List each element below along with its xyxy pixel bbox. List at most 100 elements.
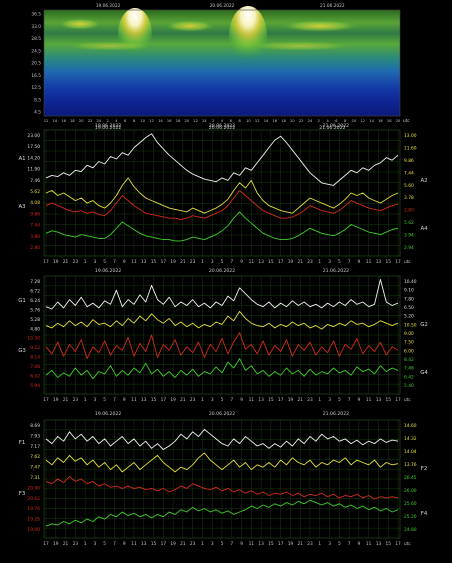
x-axis-tick: 9 [240,541,243,547]
spectrogram-top-date: 20.06.2022 [210,3,235,9]
date-label: 19.06.2022 [95,411,121,417]
x-axis-tick: 19 [288,259,294,265]
x-axis-tick: 23 [190,397,196,403]
spectrogram-x-tick: 24 [308,119,313,123]
right-axis-tick: 14.04 [404,449,417,455]
x-axis-unit: utc [404,259,411,265]
panel-1: 23.00 17.50 14.20 11.90 7.46 5.62 4.08 9.86 7.44… [18,123,428,265]
x-axis-tick: 13 [141,259,147,265]
x-axis-tick: 21 [180,397,186,403]
right-axis-ticks: 10.40 9.10 7.80 6.50 5.20 10.50 9.00 7.50 6.00 8.… [404,279,417,389]
x-axis-tick: 3 [211,259,214,265]
x-axis-tick: 15 [151,541,157,547]
x-axis-tick: 13 [376,397,382,403]
spectrogram-x-tick: 12 [149,119,154,123]
spectrogram-x-tick: 8 [344,119,347,123]
left-axis-tick: 7.62 [30,454,40,460]
left-axis-tick: 7.08 [30,364,40,370]
right-axis-tick: 3.78 [404,195,414,201]
series-label-A2: A2 [420,178,427,184]
x-axis-tick: 9 [358,259,361,265]
right-axis-tick: 10.40 [404,279,417,285]
x-axis-tick: 15 [268,397,274,403]
right-axis-tick: 9.86 [404,158,414,164]
x-axis-tick: 1 [201,397,204,403]
x-axis-tick: 9 [240,397,243,403]
right-axis-tick: 9.00 [404,331,414,337]
x-axis-tick: 17 [43,541,49,547]
x-axis-tick: 3 [211,541,214,547]
left-axis-tick: 7.31 [30,475,40,481]
left-axis-tick: 7.93 [30,433,40,439]
date-label: 21.06.2022 [323,411,349,417]
right-axis-tick: 9.10 [404,288,414,294]
left-axis-tick: 23.00 [27,133,40,139]
spectrogram-x-tick: 10 [352,119,357,123]
spectrogram-x-tick: 14 [369,119,374,123]
left-axis-tick: 7.44 [30,223,40,229]
x-axis-tick: 21 [297,259,303,265]
x-axis-tick: 5 [221,541,224,547]
spectrogram-x-tick: 2 [212,119,214,123]
series-label-F1: F1 [19,440,26,446]
x-axis-tick: 11 [366,259,372,265]
x-axis-tick: 3 [94,541,97,547]
x-axis-tick: 3 [328,397,331,403]
spectrogram-x-tick: 14 [158,119,163,123]
series-label-F2: F2 [421,466,428,472]
date-label: 20.06.2022 [209,123,235,129]
right-axis-tick: 24.80 [404,527,417,533]
x-axis-tick: 15 [268,259,274,265]
spectrogram-y-tick: 20.5 [31,61,41,67]
right-axis-ticks: 13.00 11.60 9.86 7.44 5.60 3.78 2.80 5.62 3.94 2.… [404,133,417,251]
x-axis-tick: 19 [288,541,294,547]
left-axis-tick: 3.80 [30,234,40,240]
spectrogram-x-tick: 20 [396,119,401,123]
left-axis-tick: 2.80 [30,245,40,251]
x-axis-tick: 9 [123,541,126,547]
x-axis-tick: 17 [278,397,284,403]
right-axis-tick: 13.00 [404,133,417,139]
left-axis-tick: 6.24 [30,298,40,304]
x-axis-tick: 17 [395,397,401,403]
left-axis-tick: 19.76 [27,506,40,512]
spectrogram-y-tick: 16.5 [31,73,41,79]
right-axis-tick: 25.20 [404,514,417,520]
spectrogram-x-tick: 22 [193,119,198,123]
x-axis-unit: utc [404,397,411,403]
x-axis-tick: 17 [43,259,49,265]
spectrogram-y-ticks: 36.5 33.0 28.5 24.5 20.5 16.5 12.5 8.5 4.5 [31,12,41,116]
date-label: 21.06.2022 [323,123,349,129]
right-axis-tick: 5.20 [404,314,414,320]
x-axis-tick: 15 [385,541,391,547]
x-axis-tick: 5 [338,259,341,265]
right-axis-tick: 25.60 [404,501,417,507]
left-axis-tick: 8.69 [30,423,40,429]
x-axis-tick: 5 [103,259,106,265]
spectrogram-y-tick: 33.0 [31,24,41,30]
x-axis-tick: 11 [366,541,372,547]
x-axis-tick: 11 [131,541,137,547]
spectrogram-x-tick: 20 [185,119,190,123]
spectrogram-top-date: 21.06.2022 [320,3,345,9]
x-axis-tick: 7 [230,259,233,265]
x-axis-tick: 3 [94,259,97,265]
spectrogram-x-tick: 20 [79,119,84,123]
spectrogram-top-dates: 19.06.2022 20.06.2022 21.06.2022 [96,3,345,9]
x-axis-tick: 5 [103,541,106,547]
x-axis-tick: 5 [103,397,106,403]
date-label: 19.06.2022 [95,268,121,274]
panel-2: 7.28 6.72 6.24 5.76 5.28 4.80 10.30 9.22 8.14 7.0… [18,268,428,403]
left-axis-ticks: 23.00 17.50 14.20 11.90 7.46 5.62 4.08 9.86 7.44… [27,133,40,251]
x-axis-tick: 3 [211,397,214,403]
x-axis-tick: 13 [258,259,264,265]
spectrogram-x-tick: 18 [387,119,392,123]
x-axis-tick: 3 [328,541,331,547]
x-axis-tick: 17 [395,259,401,265]
left-axis-tick: 7.17 [30,444,40,450]
right-axis-tick: 14.60 [404,423,417,429]
x-axis-tick: 23 [73,397,79,403]
x-axis-tick: 7 [348,259,351,265]
x-axis-tick: 1 [318,541,321,547]
date-label: 20.06.2022 [209,268,235,274]
